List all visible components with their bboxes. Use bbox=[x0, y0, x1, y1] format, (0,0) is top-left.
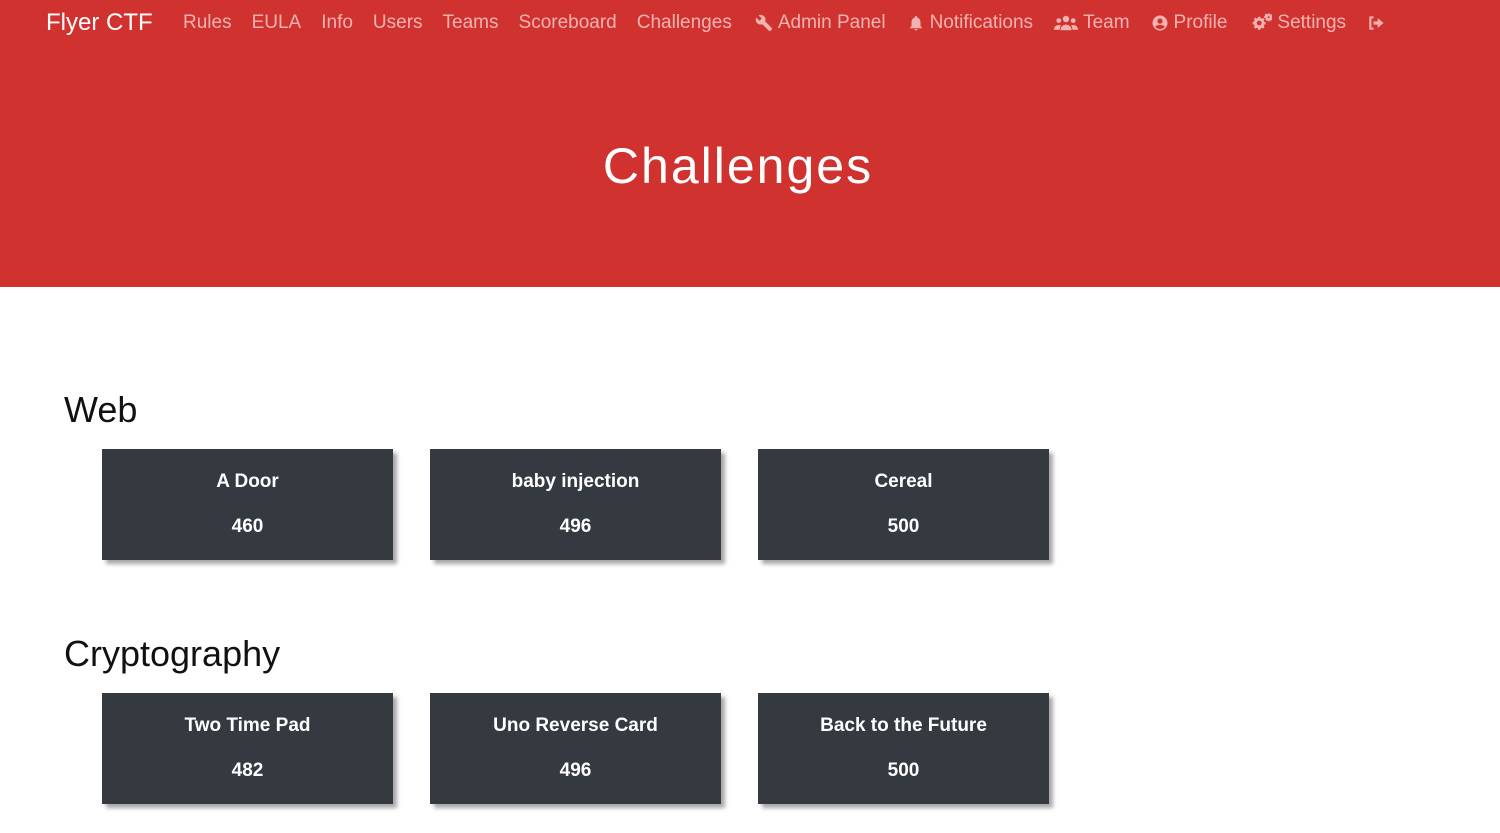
challenge-name: baby injection bbox=[511, 471, 640, 492]
nav-link-admin-panel[interactable]: Admin Panel bbox=[754, 10, 886, 36]
nav-links: Rules EULA Info Users Teams Scoreboard C… bbox=[183, 10, 1410, 36]
challenge-name: A Door bbox=[216, 471, 279, 492]
page-header: Flyer CTF Rules EULA Info Users Teams Sc… bbox=[0, 0, 1500, 287]
nav-link-rules[interactable]: Rules bbox=[183, 10, 232, 36]
nav-link-info[interactable]: Info bbox=[321, 10, 353, 36]
challenge-points: 496 bbox=[559, 516, 592, 537]
wrench-icon bbox=[754, 13, 774, 33]
challenge-card[interactable]: baby injection 496 bbox=[430, 449, 721, 560]
settings-label: Settings bbox=[1277, 12, 1347, 33]
team-label: Team bbox=[1083, 12, 1130, 33]
challenge-card[interactable]: Uno Reverse Card 496 bbox=[430, 693, 721, 804]
brand-link[interactable]: Flyer CTF bbox=[46, 9, 153, 37]
nav-left: Rules EULA Info Users Teams Scoreboard C… bbox=[183, 10, 752, 36]
challenge-points: 496 bbox=[559, 760, 592, 781]
user-circle-icon bbox=[1150, 13, 1170, 33]
nav-link-teams[interactable]: Teams bbox=[443, 10, 499, 36]
nav-link-users[interactable]: Users bbox=[373, 10, 423, 36]
nav-link-settings[interactable]: Settings bbox=[1247, 10, 1346, 36]
challenge-points: 500 bbox=[887, 516, 920, 537]
challenge-points: 482 bbox=[231, 760, 264, 781]
challenge-card[interactable]: A Door 460 bbox=[102, 449, 393, 560]
challenge-points: 500 bbox=[887, 760, 920, 781]
bell-icon bbox=[906, 13, 926, 33]
notifications-label: Notifications bbox=[929, 12, 1034, 33]
sign-out-icon bbox=[1366, 13, 1386, 33]
admin-panel-label: Admin Panel bbox=[777, 12, 886, 33]
challenge-points: 460 bbox=[231, 516, 264, 537]
profile-label: Profile bbox=[1173, 12, 1228, 33]
navbar: Flyer CTF Rules EULA Info Users Teams Sc… bbox=[0, 0, 1500, 46]
cogs-icon bbox=[1247, 13, 1273, 33]
users-icon bbox=[1053, 13, 1079, 33]
logout-button[interactable] bbox=[1366, 13, 1390, 33]
nav-link-profile[interactable]: Profile bbox=[1150, 10, 1228, 36]
category-title-web: Web bbox=[64, 389, 138, 430]
challenge-name: Uno Reverse Card bbox=[493, 715, 658, 736]
challenge-card[interactable]: Back to the Future 500 bbox=[758, 693, 1049, 804]
challenge-name: Two Time Pad bbox=[184, 715, 311, 736]
nav-link-scoreboard[interactable]: Scoreboard bbox=[519, 10, 617, 36]
nav-right: Admin Panel Notifications Team Profile S… bbox=[754, 10, 1410, 36]
nav-link-eula[interactable]: EULA bbox=[252, 10, 302, 36]
nav-link-notifications[interactable]: Notifications bbox=[906, 10, 1034, 36]
nav-link-team[interactable]: Team bbox=[1053, 10, 1130, 36]
challenge-card[interactable]: Cereal 500 bbox=[758, 449, 1049, 560]
challenge-name: Back to the Future bbox=[820, 715, 987, 736]
page-title: Challenges bbox=[602, 138, 874, 194]
nav-link-challenges[interactable]: Challenges bbox=[637, 10, 732, 36]
challenge-card[interactable]: Two Time Pad 482 bbox=[102, 693, 393, 804]
category-title-cryptography: Cryptography bbox=[64, 633, 281, 674]
challenge-name: Cereal bbox=[874, 471, 933, 492]
